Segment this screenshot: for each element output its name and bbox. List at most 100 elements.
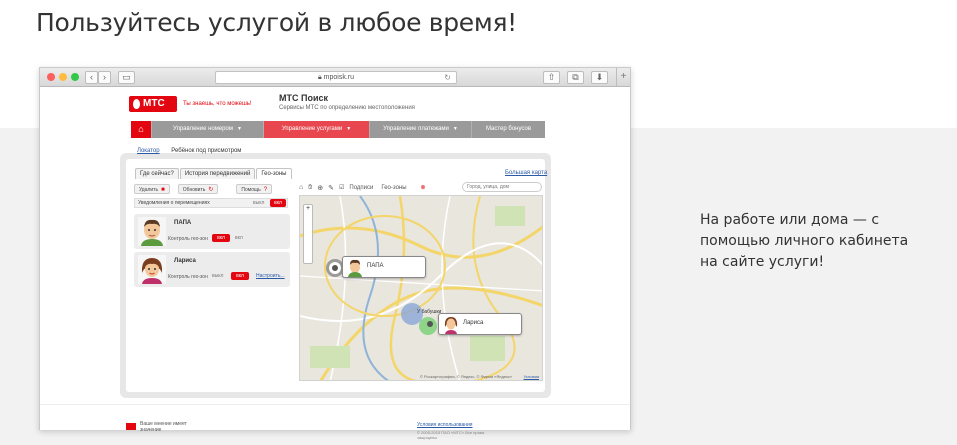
person-name: ПАПА (174, 220, 192, 226)
man-avatar-icon (348, 259, 362, 277)
marker-label: ПАПА (367, 263, 384, 269)
slogan: Ты знаешь, что можешь! (183, 101, 252, 107)
address-text: mpoisk.ru (323, 74, 354, 81)
promo-page: Пользуйтесь услугой в любое время! На ра… (0, 0, 957, 445)
browser-window: ‹ › ▭ 🔒︎ mpoisk.ru ↻ ⇧ ⧉ ⬇ + МТС Ты знае… (39, 67, 631, 440)
chevron-down-icon: ▼ (236, 126, 242, 132)
logo-text: МТС (143, 98, 165, 109)
marker-label: Лариса (463, 320, 484, 326)
breadcrumb-current: Ребёнок под присмотром (171, 148, 242, 154)
help-label: Помощь (241, 187, 261, 193)
map-view[interactable]: + ПАПА У бабушки Лариса © Роскартография… (299, 195, 543, 381)
tab-geozones[interactable]: Гео-зоны (256, 168, 292, 179)
person-card-larisa[interactable]: Лариса Контроль гео-зон выкл вкл Настрои… (134, 252, 290, 287)
terms-of-use-link[interactable]: Условия использования (417, 422, 473, 428)
map-copyright: © Роскартография, © Яндекс, © Фирма «Янд… (420, 374, 513, 379)
copyright-text: © 2005-2015 ПАО «МТС» Все права защищены (417, 430, 485, 440)
nav-item-services[interactable]: Управление услугами ▼ (263, 121, 369, 138)
help-button[interactable]: Помощь? (236, 184, 273, 194)
side-description: На работе или дома — с помощью личного к… (700, 212, 909, 270)
geozone-on-toggle[interactable]: вкл (212, 234, 230, 242)
geozone-on-toggle[interactable]: вкл (231, 272, 249, 280)
feedback-icon[interactable] (126, 423, 136, 430)
map-zoom-control[interactable]: + (303, 204, 313, 264)
share-icon[interactable]: ⇧ (543, 71, 560, 84)
notifications-row: Уведомления о перемещениях выкл вкл (134, 198, 288, 208)
forward-arrow-icon[interactable]: › (98, 71, 111, 84)
woman-avatar-icon (138, 255, 166, 284)
new-tab-icon[interactable]: + (616, 68, 630, 86)
download-icon[interactable]: ⬇ (591, 71, 608, 84)
refresh-button[interactable]: Обновить ↻ (177, 184, 219, 194)
refresh-label: Обновить (182, 187, 206, 193)
labels-checkbox[interactable]: ☑ (339, 184, 344, 191)
map-marker-larisa[interactable]: Лариса (438, 313, 522, 335)
service-subtitle: Сервисы МТС по определению местоположени… (279, 105, 415, 111)
site-footer: Ваше мнение имеет значение Условия испол… (40, 404, 630, 440)
mts-logo[interactable]: МТС (129, 96, 177, 112)
feedback-link[interactable]: Ваше мнение имеет значение (140, 421, 200, 433)
map-search-input[interactable] (462, 182, 542, 192)
page-headline: Пользуйтесь услугой в любое время! (36, 8, 517, 37)
woman-avatar-icon (444, 317, 458, 334)
main-nav: ⌂ Управление номером ▼ Управление услугам… (131, 121, 545, 138)
tab-history[interactable]: История передвижений (179, 168, 256, 179)
geozone-off-toggle[interactable]: выкл (212, 273, 223, 279)
nav-item-payments[interactable]: Управление платежами ▼ (369, 121, 471, 138)
labels-checkbox-label: Подписи (349, 184, 374, 191)
chevron-down-icon: ▼ (452, 126, 458, 132)
person-card-papa[interactable]: ПАПА Контроль гео-зон вкл вкл (134, 214, 290, 249)
reload-icon[interactable]: ↻ (444, 72, 451, 83)
map-roads (300, 196, 542, 380)
map-terms-link[interactable]: Условия (524, 374, 539, 379)
tab-bar: Где сейчас? История передвижений Гео-зон… (135, 168, 293, 179)
nav-label: Управление платежами (383, 126, 449, 132)
mts-site: МТС Ты знаешь, что можешь! МТС Поиск Сер… (40, 88, 630, 440)
close-window-icon[interactable] (47, 73, 55, 81)
hand-pan-icon[interactable]: ✋︎ (308, 184, 312, 192)
delete-icon: ■ (161, 187, 165, 193)
person-name: Лариса (174, 258, 196, 264)
tabs-overview-icon[interactable]: ⧉ (567, 71, 584, 84)
geozone-off-toggle[interactable]: вкл (235, 235, 243, 241)
notifications-label: Уведомления о перемещениях (138, 200, 210, 206)
breadcrumb-link-locator[interactable]: Локатор (137, 148, 160, 154)
zoom-icon[interactable]: ⊕ (317, 184, 323, 192)
big-map-link[interactable]: Большая карта (505, 170, 547, 176)
delete-button[interactable]: Удалить ■ (134, 184, 170, 194)
refresh-icon: ↻ (208, 187, 214, 193)
sidebar-toggle-icon[interactable]: ▭ (118, 71, 135, 84)
geozone-setup-link[interactable]: Настроить... (256, 273, 285, 279)
notifications-off-toggle[interactable]: выкл (253, 199, 264, 208)
geozone-label: Контроль гео-зон (168, 274, 208, 280)
delete-label: Удалить (139, 187, 159, 193)
back-arrow-icon[interactable]: ‹ (85, 71, 98, 84)
mts-egg-icon (133, 99, 140, 109)
map-marker-papa[interactable]: ПАПА (342, 256, 426, 278)
chevron-down-icon: ▼ (346, 126, 352, 132)
maximize-window-icon[interactable] (71, 73, 79, 81)
map-toolbar: ⌂ ✋︎ ⊕ ✎ ☑ Подписи Гео-зоны ⊗ (299, 181, 543, 194)
geozones-clear-icon[interactable]: ⊗ (421, 184, 426, 191)
home-icon[interactable]: ⌂ (299, 184, 303, 191)
home-icon[interactable]: ⌂ (131, 121, 151, 138)
browser-titlebar: ‹ › ▭ 🔒︎ mpoisk.ru ↻ ⇧ ⧉ ⬇ + (40, 68, 630, 87)
service-title: МТС Поиск (279, 93, 329, 103)
minimize-window-icon[interactable] (59, 73, 67, 81)
nav-label: Управление услугами (281, 126, 343, 132)
nav-label: Мастер бонусов (485, 126, 532, 132)
geozone-label: Контроль гео-зон (168, 236, 208, 242)
nav-item-bonus[interactable]: Мастер бонусов (471, 121, 545, 138)
help-icon: ? (263, 187, 268, 193)
address-bar[interactable]: 🔒︎ mpoisk.ru ↻ (215, 71, 457, 84)
controls-row: Удалить ■ Обновить ↻ Помощь? (134, 184, 276, 194)
tab-where-now[interactable]: Где сейчас? (135, 168, 179, 179)
breadcrumb: Локатор Ребёнок под присмотром (137, 148, 241, 154)
ruler-icon[interactable]: ✎ (328, 184, 334, 192)
nav-label: Управление номером (173, 126, 233, 132)
nav-item-number[interactable]: Управление номером ▼ (151, 121, 263, 138)
notifications-on-toggle[interactable]: вкл (270, 199, 286, 207)
geozones-label: Гео-зоны (381, 184, 407, 191)
man-avatar-icon (138, 217, 166, 246)
zoom-in-icon[interactable]: + (304, 205, 312, 213)
